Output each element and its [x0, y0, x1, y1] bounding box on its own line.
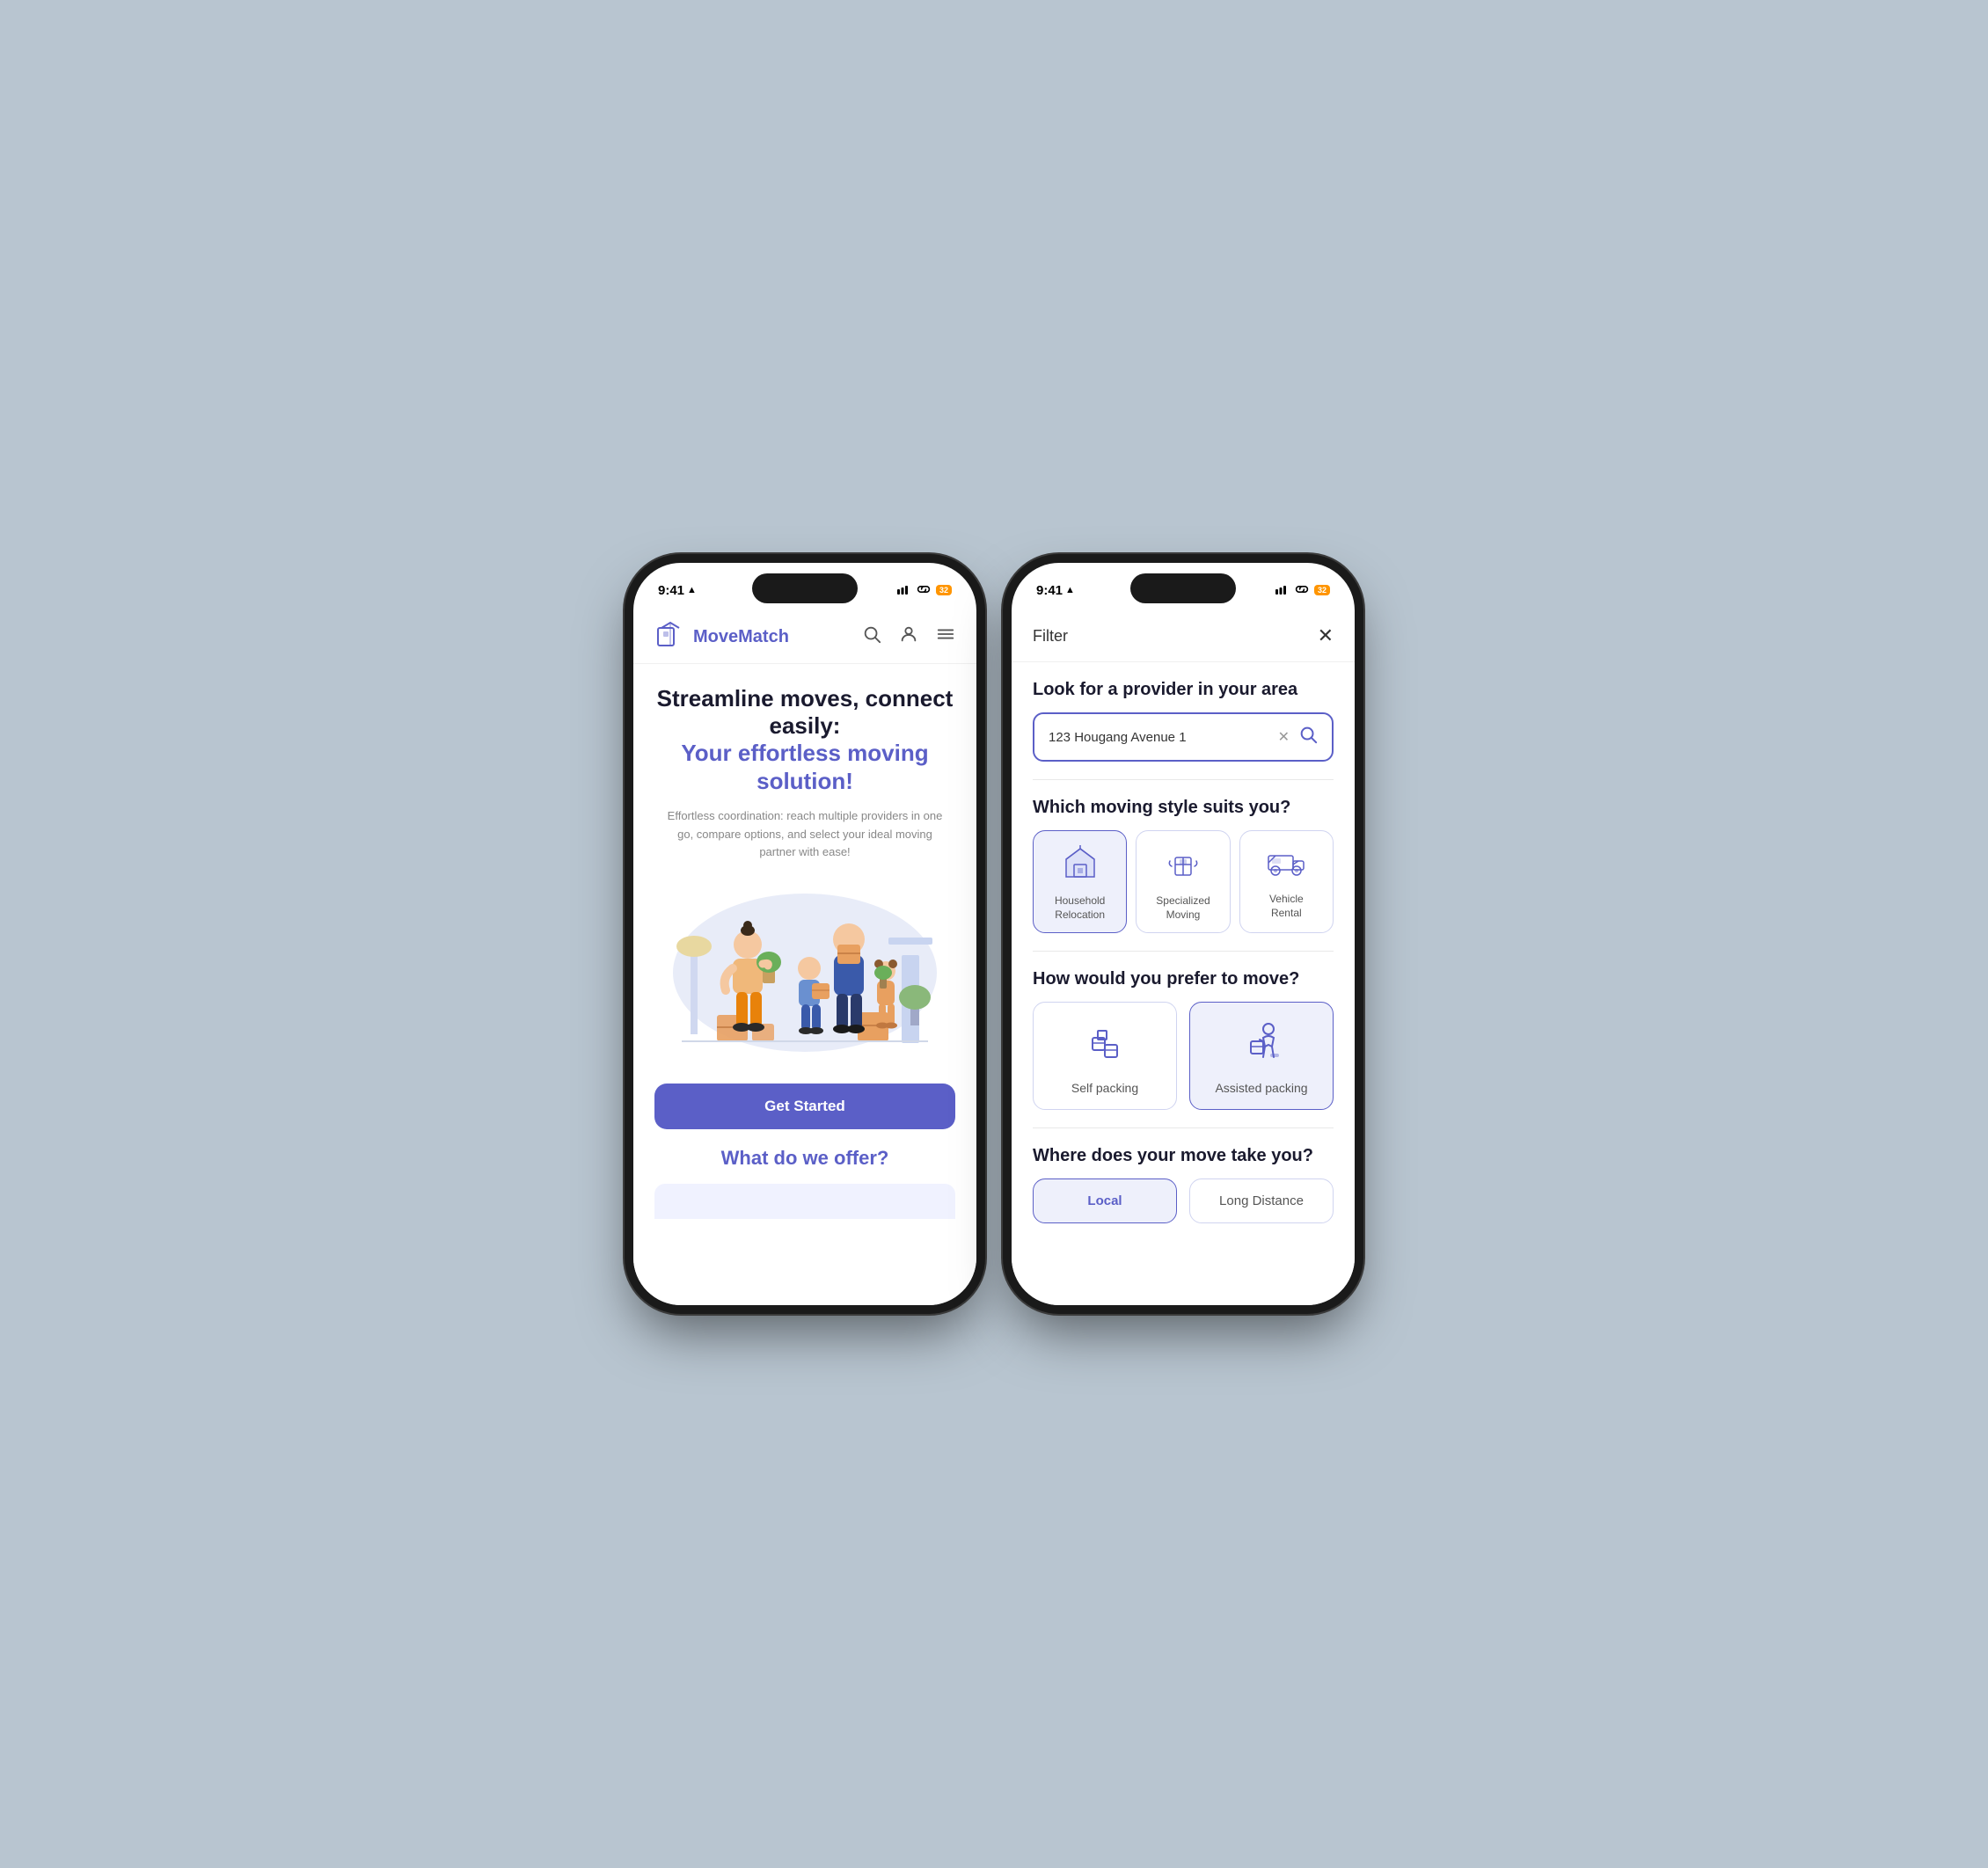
- dynamic-island-2: [1130, 573, 1236, 603]
- location-arrow-icon-2: ▲: [1065, 585, 1075, 595]
- time-display-1: 9:41 ▲: [658, 583, 697, 598]
- household-icon: [1063, 845, 1098, 886]
- hero-section: Streamline moves, connect easily: Your e…: [633, 664, 976, 862]
- phone-1: 9:41 ▲ 32 MoveMatch: [633, 563, 976, 1305]
- time-display-2: 9:41 ▲: [1036, 583, 1075, 598]
- assisted-packing-icon: [1240, 1020, 1283, 1070]
- divider-1: [1033, 779, 1334, 780]
- address-search-field[interactable]: ✕: [1033, 712, 1334, 762]
- filter-body: Look for a provider in your area ✕ Which…: [1012, 662, 1355, 1301]
- hero-title: Streamline moves, connect easily:: [654, 685, 955, 740]
- style-card-vehicle[interactable]: VehicleRental: [1239, 830, 1334, 933]
- offer-preview-bar: [654, 1184, 955, 1219]
- self-packing-icon: [1084, 1020, 1126, 1070]
- clear-search-icon[interactable]: ✕: [1278, 728, 1290, 746]
- screen-1: MoveMatch Streamline moves, connect easi…: [633, 610, 976, 1305]
- battery-badge-2: 32: [1314, 585, 1330, 595]
- hero-description: Effortless coordination: reach multiple …: [654, 807, 955, 862]
- long-distance-label: Long Distance: [1219, 1193, 1304, 1208]
- specialized-icon: [1165, 845, 1202, 886]
- moving-style-title: Which moving style suits you?: [1033, 798, 1334, 818]
- area-section-title: Look for a provider in your area: [1033, 680, 1334, 700]
- distance-card-local[interactable]: Local: [1033, 1178, 1177, 1223]
- moving-style-cards: HouseholdRelocation Speci: [1033, 830, 1334, 933]
- dynamic-island-1: [752, 573, 858, 603]
- search-nav-icon[interactable]: [862, 624, 881, 649]
- offer-heading: What do we offer?: [633, 1129, 976, 1177]
- assisted-packing-label: Assisted packing: [1215, 1081, 1307, 1095]
- distance-cards: Local Long Distance: [1033, 1178, 1334, 1241]
- specialized-label: SpecializedMoving: [1156, 894, 1210, 922]
- moving-family-svg: [664, 885, 946, 1061]
- hero-subtitle-blue: Your effortless moving solution!: [654, 740, 955, 794]
- location-arrow-icon: ▲: [687, 585, 697, 595]
- nav-bar-1: MoveMatch: [633, 610, 976, 664]
- distance-card-long[interactable]: Long Distance: [1189, 1178, 1334, 1223]
- hero-illustration: [633, 876, 976, 1069]
- packing-card-assisted[interactable]: Assisted packing: [1189, 1002, 1334, 1110]
- screen-2: Filter ✕ Look for a provider in your are…: [1012, 610, 1355, 1305]
- style-card-household[interactable]: HouseholdRelocation: [1033, 830, 1127, 933]
- menu-nav-icon[interactable]: [936, 624, 955, 649]
- filter-header: Filter ✕: [1012, 610, 1355, 662]
- status-icons-1: 32: [897, 584, 952, 597]
- distance-section-title: Where does your move take you?: [1033, 1146, 1334, 1166]
- style-card-specialized[interactable]: SpecializedMoving: [1136, 830, 1230, 933]
- logo-text: MoveMatch: [693, 627, 789, 647]
- link-icon-2: [1295, 584, 1309, 597]
- packing-card-self[interactable]: Self packing: [1033, 1002, 1177, 1110]
- filter-title: Filter: [1033, 627, 1068, 646]
- profile-nav-icon[interactable]: [899, 624, 918, 649]
- local-label: Local: [1087, 1193, 1122, 1208]
- search-submit-icon[interactable]: [1298, 725, 1318, 749]
- logo: MoveMatch: [654, 621, 789, 653]
- self-packing-label: Self packing: [1071, 1081, 1138, 1095]
- packing-section-title: How would you prefer to move?: [1033, 969, 1334, 989]
- nav-icons: [862, 624, 955, 649]
- phone-2: 9:41 ▲ 32 Filter ✕ Look for a provider i…: [1012, 563, 1355, 1305]
- signal-icon-2: [1275, 584, 1290, 597]
- signal-icon: [897, 584, 911, 597]
- vehicle-label: VehicleRental: [1269, 893, 1304, 920]
- divider-2: [1033, 951, 1334, 952]
- link-icon: [917, 584, 931, 597]
- vehicle-icon: [1267, 845, 1305, 884]
- battery-badge-1: 32: [936, 585, 952, 595]
- household-label: HouseholdRelocation: [1055, 894, 1105, 922]
- address-input[interactable]: [1049, 730, 1269, 745]
- close-filter-button[interactable]: ✕: [1318, 624, 1334, 647]
- divider-3: [1033, 1127, 1334, 1128]
- logo-icon: [654, 621, 686, 653]
- get-started-button[interactable]: Get Started: [654, 1084, 955, 1129]
- packing-cards: Self packing: [1033, 1002, 1334, 1110]
- status-icons-2: 32: [1275, 584, 1330, 597]
